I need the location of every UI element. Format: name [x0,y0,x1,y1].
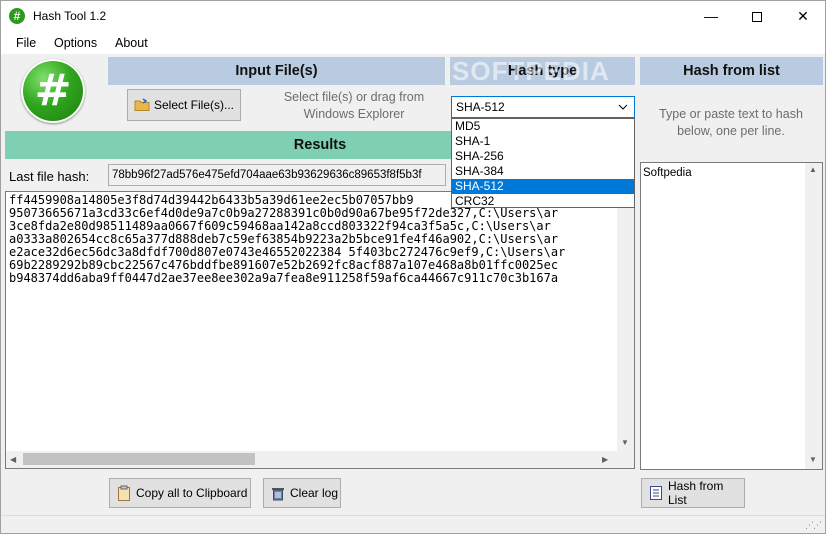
menu-file[interactable]: File [16,36,36,50]
status-bar: ⋰⋰ [1,515,825,533]
hash-type-select[interactable]: SHA-512 [451,96,635,118]
hash-list-scrollbar[interactable]: ▲ ▼ [805,163,822,469]
select-files-label: Select File(s)... [154,98,235,112]
option-sha384[interactable]: SHA-384 [452,164,634,179]
option-crc32[interactable]: CRC32 [452,194,634,209]
hash-list-textarea[interactable]: Softpedia ▲ ▼ [640,162,823,470]
title-bar: # Hash Tool 1.2 — ✕ [1,1,825,32]
resize-grip-icon[interactable]: ⋰⋰ [805,520,822,531]
drag-hint-line1: Select file(s) or drag from [283,90,425,104]
select-files-button[interactable]: Select File(s)... [127,89,241,121]
last-hash-field[interactable]: 78bb96f27ad576e475efd704aae63b93629636c8… [108,164,446,186]
list-hint-line1: Type or paste text to hash [659,107,803,121]
hash-type-dropdown: MD5 SHA-1 SHA-256 SHA-384 SHA-512 CRC32 [451,118,635,208]
list-icon [648,485,664,501]
option-sha256[interactable]: SHA-256 [452,149,634,164]
hash-from-list-header: Hash from list [640,57,823,85]
results-horizontal-scrollbar[interactable]: ◀ ▶ [6,451,634,468]
menu-bar: File Options About [1,32,825,54]
maximize-icon [752,12,762,23]
menu-about[interactable]: About [115,36,148,50]
close-button[interactable]: ✕ [780,1,826,32]
maximize-button[interactable] [734,1,780,32]
drag-hint: Select file(s) or drag from Windows Expl… [263,89,445,123]
results-vertical-scrollbar[interactable]: ▲ ▼ [617,192,634,452]
hash-logo-icon: # [21,59,85,123]
scroll-down-icon[interactable]: ▼ [621,438,629,447]
folder-icon [134,97,150,113]
window-title: Hash Tool 1.2 [33,9,107,23]
copy-to-clipboard-label: Copy all to Clipboard [136,486,248,500]
hash-app-icon: # [9,8,25,24]
scroll-right-icon[interactable]: ▶ [602,455,608,464]
scroll-down-icon[interactable]: ▼ [809,455,817,464]
option-sha1[interactable]: SHA-1 [452,134,634,149]
hash-from-list-button[interactable]: Hash from List [641,478,745,508]
last-hash-label: Last file hash: [9,169,90,184]
clear-log-button[interactable]: Clear log [263,478,341,508]
clear-log-label: Clear log [290,486,339,500]
minimize-button[interactable]: — [688,1,734,32]
option-md5[interactable]: MD5 [452,119,634,134]
trash-icon [270,485,286,501]
horizontal-scroll-thumb[interactable] [23,453,255,465]
scroll-up-icon[interactable]: ▲ [809,165,817,174]
option-sha512[interactable]: SHA-512 [452,179,634,194]
results-log[interactable]: ff4459908a14805e3f8d74d39442b6433b5a39d6… [5,191,635,469]
app-window: # Hash Tool 1.2 — ✕ File Options About #… [0,0,826,534]
drag-hint-line2: Windows Explorer [303,107,405,121]
softpedia-watermark: SOFTPEDIA [452,57,610,85]
list-hint-line2: below, one per line. [677,124,785,138]
menu-options[interactable]: Options [54,36,97,50]
hash-list-text: Softpedia [643,167,692,179]
log-line: b948374dd6aba9ff0447d2ae37ee8ee302a9a7fe… [9,271,559,285]
hash-type-selected: SHA-512 [456,100,505,114]
clipboard-icon [116,485,132,501]
hash-from-list-label: Hash from List [668,479,724,507]
list-hint: Type or paste text to hash below, one pe… [641,106,821,140]
copy-to-clipboard-button[interactable]: Copy all to Clipboard [109,478,251,508]
input-files-header: Input File(s) [108,57,445,85]
scroll-left-icon[interactable]: ◀ [10,455,16,464]
